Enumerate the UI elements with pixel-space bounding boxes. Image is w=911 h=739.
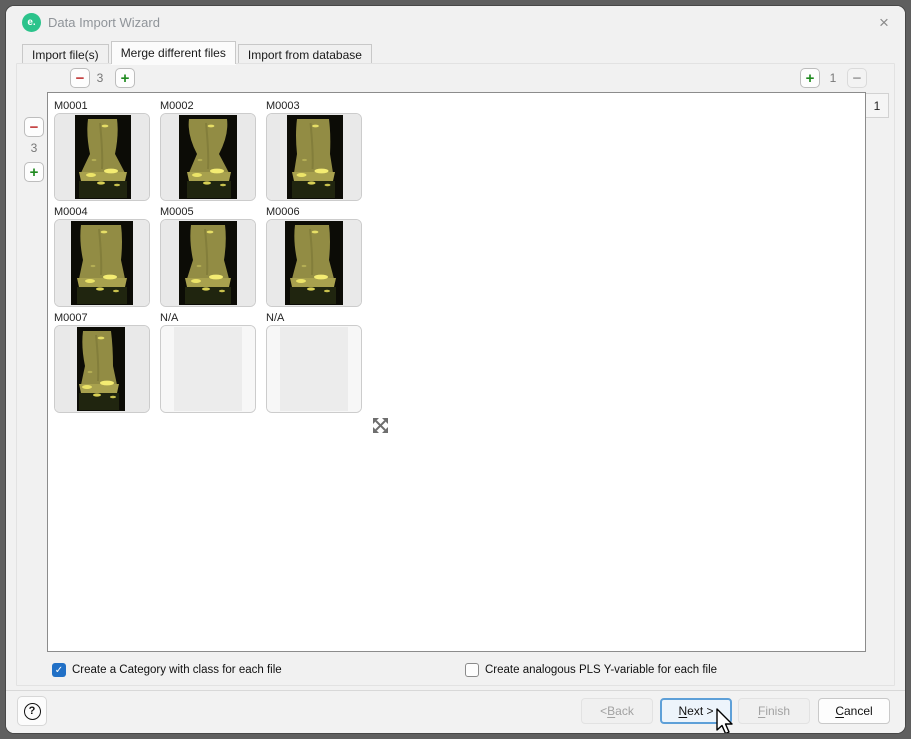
data-import-wizard-window: e. Data Import Wizard × Import file(s)Me… bbox=[6, 6, 905, 733]
file-slot-label: M0003 bbox=[266, 100, 362, 113]
create-category-option[interactable]: ✓ Create a Category with class for each f… bbox=[52, 662, 282, 678]
file-slot-label: M0006 bbox=[266, 206, 362, 219]
add-file-button[interactable]: + bbox=[24, 162, 44, 182]
file-slot-label: M0007 bbox=[54, 312, 150, 325]
file-slot: M0005 bbox=[160, 206, 256, 307]
sample-thumbnail[interactable] bbox=[160, 219, 256, 307]
app-logo-icon: e. bbox=[22, 13, 41, 32]
file-slot: M0007 bbox=[54, 312, 150, 413]
wizard-tabbar: Import file(s)Merge different filesImpor… bbox=[22, 42, 372, 64]
checkbox-checked-icon[interactable]: ✓ bbox=[52, 663, 66, 677]
column-count-label: 1 bbox=[823, 71, 843, 85]
row-count-label: 3 bbox=[90, 71, 110, 85]
file-count-label: 3 bbox=[24, 141, 44, 155]
sample-thumbnail[interactable] bbox=[54, 325, 150, 413]
back-button[interactable]: < Back bbox=[581, 698, 653, 724]
sample-thumbnail[interactable] bbox=[266, 113, 362, 201]
tab-import-file-s-[interactable]: Import file(s) bbox=[22, 44, 109, 64]
file-slot: M0003 bbox=[266, 100, 362, 201]
titlebar: e. Data Import Wizard × bbox=[6, 6, 905, 40]
checkbox-unchecked-icon[interactable] bbox=[465, 663, 479, 677]
empty-thumbnail[interactable] bbox=[266, 325, 362, 413]
sample-thumbnail[interactable] bbox=[266, 219, 362, 307]
help-button[interactable]: ? bbox=[17, 696, 47, 726]
file-slot-label: M0002 bbox=[160, 100, 256, 113]
pane-page-tab[interactable]: 1 bbox=[866, 93, 889, 118]
add-column-button[interactable]: + bbox=[800, 68, 820, 88]
move-handle-icon[interactable] bbox=[372, 417, 389, 434]
file-slot-label: M0001 bbox=[54, 100, 150, 113]
file-slot: M0002 bbox=[160, 100, 256, 201]
file-slot: N/A bbox=[160, 312, 256, 413]
cancel-button[interactable]: Cancel bbox=[818, 698, 890, 724]
tab-import-from-database[interactable]: Import from database bbox=[238, 44, 372, 64]
close-icon[interactable]: × bbox=[872, 11, 896, 35]
sample-thumbnail[interactable] bbox=[54, 219, 150, 307]
sample-thumbnail[interactable] bbox=[54, 113, 150, 201]
option-label: Create a Category with class for each fi… bbox=[72, 664, 282, 676]
file-slot: M0001 bbox=[54, 100, 150, 201]
file-slot: M0004 bbox=[54, 206, 150, 307]
file-slot-label: N/A bbox=[266, 312, 362, 325]
file-slot: M0006 bbox=[266, 206, 362, 307]
option-label: Create analogous PLS Y-variable for each… bbox=[485, 664, 717, 676]
file-slot: N/A bbox=[266, 312, 362, 413]
help-icon: ? bbox=[24, 703, 41, 720]
sample-thumbnail[interactable] bbox=[160, 113, 256, 201]
file-slot-label: M0004 bbox=[54, 206, 150, 219]
remove-column-button[interactable]: − bbox=[847, 68, 867, 88]
finish-button[interactable]: Finish bbox=[738, 698, 810, 724]
window-title: Data Import Wizard bbox=[48, 15, 160, 30]
add-row-button[interactable]: + bbox=[115, 68, 135, 88]
file-slot-label: M0005 bbox=[160, 206, 256, 219]
create-pls-variable-option[interactable]: Create analogous PLS Y-variable for each… bbox=[465, 662, 717, 678]
file-slot-label: N/A bbox=[160, 312, 256, 325]
empty-thumbnail[interactable] bbox=[160, 325, 256, 413]
mouse-cursor bbox=[713, 708, 735, 733]
remove-file-button[interactable]: − bbox=[24, 117, 44, 137]
remove-row-button[interactable]: − bbox=[70, 68, 90, 88]
footer-bar: ? < Back Next > Finish Cancel bbox=[6, 690, 905, 733]
tab-merge-different-files[interactable]: Merge different files bbox=[111, 41, 236, 64]
